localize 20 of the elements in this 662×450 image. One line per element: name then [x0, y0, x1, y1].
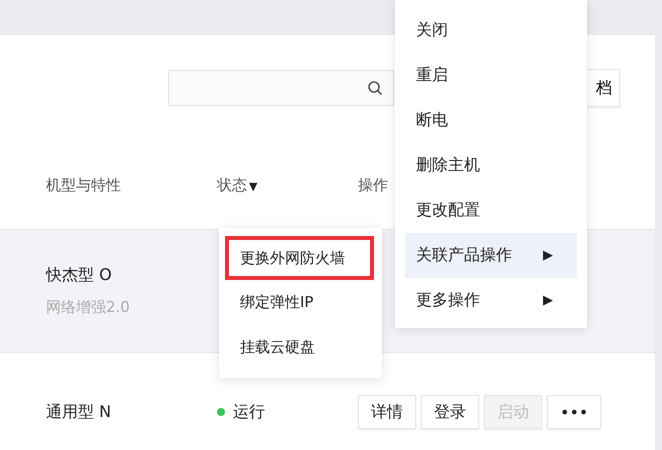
- column-header[interactable]: 状态▼: [217, 176, 358, 194]
- column-header: 机型与特性: [45, 176, 122, 194]
- model-feature: 网络增强2.0: [46, 298, 131, 317]
- search-field[interactable]: [168, 70, 394, 106]
- status-text: 运行: [233, 402, 265, 422]
- submenu-item[interactable]: 绑定弹性IP: [219, 280, 374, 325]
- menu-item[interactable]: 关联产品操作 ▶: [405, 233, 577, 278]
- model-name: 通用型 N: [46, 402, 112, 422]
- action-button[interactable]: •••: [547, 395, 602, 429]
- menu-item[interactable]: 删除主机: [395, 143, 577, 188]
- action-button[interactable]: 登录: [421, 395, 479, 429]
- action-button[interactable]: 详情: [358, 395, 416, 429]
- submenu-item[interactable]: 更换外网防火墙: [225, 236, 374, 280]
- menu-item[interactable]: 更改配置: [395, 188, 577, 233]
- search-icon: [367, 80, 383, 96]
- submenu-item[interactable]: 挂载云硬盘: [219, 325, 374, 370]
- menu-item[interactable]: 关闭: [395, 8, 577, 53]
- model-name: 快杰型 O: [46, 265, 113, 286]
- menu-item[interactable]: 更多操作 ▶: [395, 278, 577, 323]
- column-header: 操作: [358, 176, 388, 194]
